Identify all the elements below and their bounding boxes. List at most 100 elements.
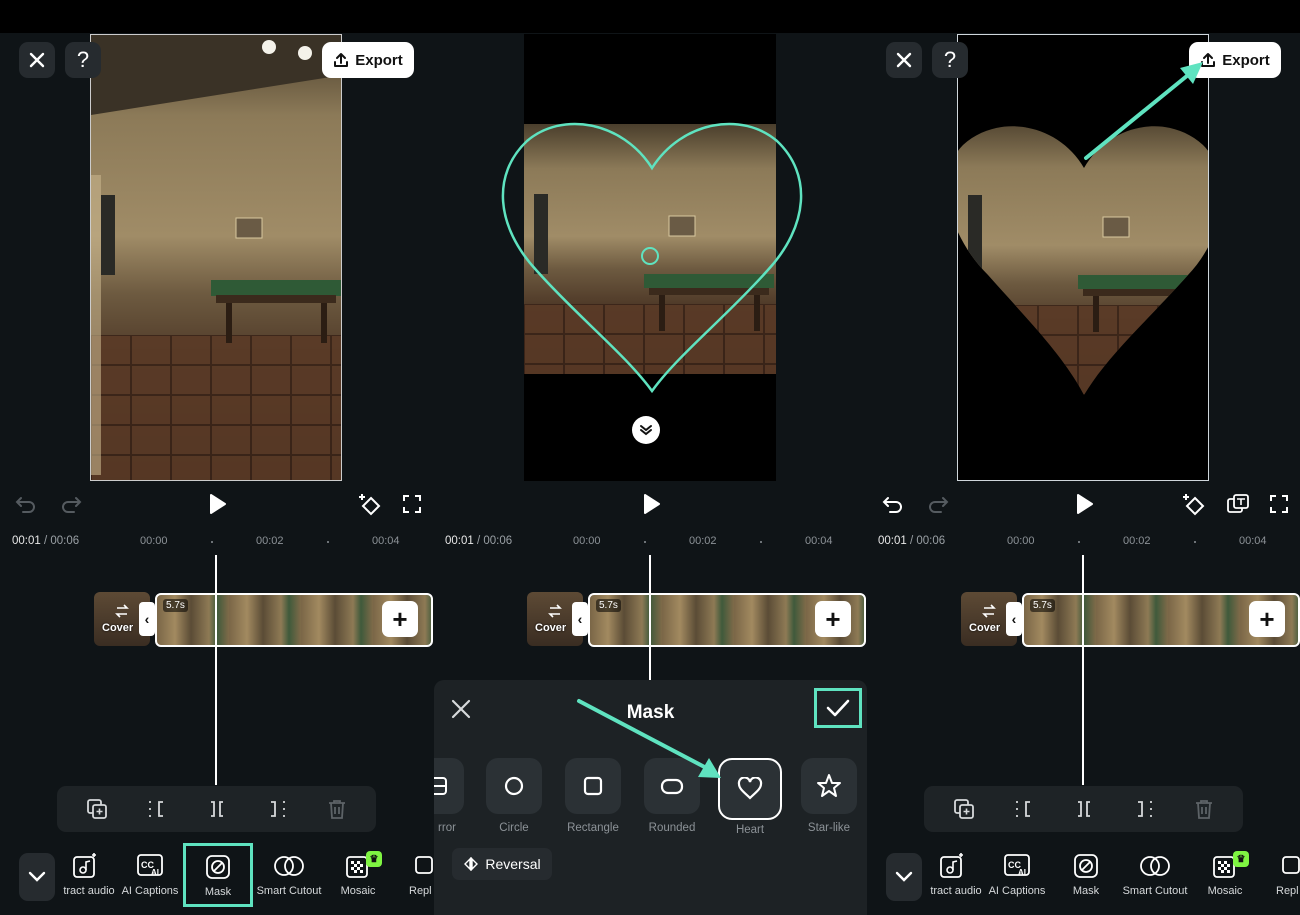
tool-ai-captions[interactable]: CC AI AI Captions — [114, 853, 186, 897]
clip-duration: 5.7s — [163, 599, 188, 612]
video-preview[interactable] — [90, 34, 342, 481]
ai-captions-icon: CCAI — [1004, 854, 1030, 877]
fullscreen-button[interactable] — [1266, 491, 1292, 517]
tick-label: 00:02 — [689, 535, 717, 547]
split-right-icon[interactable] — [1133, 798, 1155, 820]
mask-shape-circle[interactable]: Circle — [486, 758, 542, 834]
delete-icon[interactable] — [1193, 798, 1215, 820]
shape-label: Circle — [499, 822, 529, 834]
tool-smart-cutout[interactable]: Smart Cutout — [1119, 853, 1191, 897]
premium-crown-icon: ♛ — [1233, 851, 1249, 867]
tool-ai-captions[interactable]: CC AI AI Captions — [981, 853, 1053, 897]
tick-dot — [211, 541, 213, 543]
tick-dot — [644, 541, 646, 543]
tool-smart-cutout[interactable]: Smart Cutout — [253, 853, 325, 897]
time-readout: 00:01 / 00:06 — [878, 535, 945, 547]
shape-label: Rectangle — [567, 822, 619, 834]
cover-label: Cover — [102, 622, 134, 634]
split-icon[interactable] — [206, 798, 228, 820]
keyframe-icon — [1183, 494, 1205, 516]
undo-button[interactable] — [13, 491, 39, 517]
tool-replace[interactable]: Repl — [392, 853, 434, 897]
play-icon — [644, 494, 660, 514]
time-current: 00:01 — [878, 535, 907, 547]
clip-duration: 5.7s — [596, 599, 621, 612]
trim-handle-left[interactable]: ‹ — [139, 602, 155, 636]
export-label: Export — [355, 51, 403, 69]
collapse-toolbar-button[interactable] — [19, 853, 55, 901]
split-right-icon[interactable] — [266, 798, 288, 820]
tool-label: Mask — [204, 886, 232, 898]
playhead[interactable] — [1082, 555, 1084, 785]
play-button[interactable] — [638, 491, 664, 517]
clip-duration: 5.7s — [1030, 599, 1055, 612]
redo-button[interactable] — [58, 491, 84, 517]
swap-icon — [548, 604, 562, 618]
tool-label: tract audio — [930, 885, 982, 897]
close-icon — [896, 52, 912, 68]
split-icon[interactable] — [1073, 798, 1095, 820]
split-left-icon[interactable] — [146, 798, 168, 820]
duplicate-icon[interactable] — [953, 798, 975, 820]
undo-button[interactable] — [880, 491, 906, 517]
annotation-arrow-export — [1084, 62, 1203, 160]
export-button[interactable]: Export — [322, 42, 414, 78]
close-button[interactable] — [19, 42, 55, 78]
text-template-button[interactable] — [1225, 491, 1251, 517]
text-template-icon — [1227, 494, 1249, 513]
circle-icon — [504, 776, 524, 796]
play-button[interactable] — [204, 491, 230, 517]
tool-mosaic[interactable]: Mosaic — [1189, 853, 1261, 897]
time-readout: 00:01 / 00:06 — [12, 535, 79, 547]
collapse-toolbar-button[interactable] — [886, 853, 922, 901]
tick-label: 00:04 — [1239, 535, 1267, 547]
mask-shape-star[interactable]: Star-like — [801, 758, 857, 834]
tick-dot — [760, 541, 762, 543]
add-clip-button[interactable]: + — [1249, 601, 1285, 637]
tick-label: 00:04 — [372, 535, 400, 547]
help-button[interactable]: ? — [932, 42, 968, 78]
duplicate-icon[interactable] — [86, 798, 108, 820]
scroll-down-button[interactable] — [632, 416, 660, 444]
trim-handle-left[interactable]: ‹ — [572, 602, 588, 636]
playhead[interactable] — [649, 555, 651, 685]
editor-panel-3: ? Export 00:01 / 00:06 00:00 00:02 00:04… — [867, 33, 1300, 915]
keyframe-button[interactable] — [357, 491, 383, 517]
tool-extract-audio[interactable]: tract audio — [55, 853, 115, 897]
smart-cutout-icon — [274, 856, 304, 876]
double-chevron-down-icon — [640, 425, 652, 436]
extract-audio-icon — [940, 853, 963, 878]
playhead[interactable] — [215, 555, 217, 785]
premium-crown-icon: ♛ — [366, 851, 382, 867]
tool-label: Mosaic — [1207, 885, 1243, 897]
delete-icon[interactable] — [326, 798, 348, 820]
tool-mosaic[interactable]: Mosaic — [322, 853, 394, 897]
tool-extract-audio[interactable]: tract audio — [922, 853, 982, 897]
close-button[interactable] — [886, 42, 922, 78]
export-label: Export — [1222, 51, 1270, 69]
mask-confirm-button[interactable] — [814, 688, 862, 728]
chevron-down-icon — [28, 871, 46, 882]
ai-captions-icon: CCAI — [137, 854, 163, 877]
tool-label: Repl — [409, 885, 432, 897]
fullscreen-button[interactable] — [399, 491, 425, 517]
play-button[interactable] — [1071, 491, 1097, 517]
bottom-toolbar: tract audio CC AI AI Captions Mask Smart … — [867, 833, 1300, 915]
mask-icon — [1074, 854, 1098, 878]
tool-mask[interactable]: Mask — [1050, 853, 1122, 897]
keyframe-button[interactable] — [1181, 491, 1207, 517]
heart-mask-outline[interactable] — [497, 116, 807, 401]
fullscreen-icon — [403, 495, 421, 513]
tool-mask[interactable]: Mask — [183, 843, 253, 907]
shape-label: Rounded — [648, 822, 696, 834]
split-left-icon[interactable] — [1013, 798, 1035, 820]
mask-shape-mirror[interactable]: rror — [434, 758, 464, 834]
help-button[interactable]: ? — [65, 42, 101, 78]
add-clip-button[interactable]: + — [382, 601, 418, 637]
trim-handle-left[interactable]: ‹ — [1006, 602, 1022, 636]
clip-edit-bar — [924, 786, 1243, 832]
reversal-button[interactable]: Reversal — [452, 848, 552, 880]
redo-button[interactable] — [925, 491, 951, 517]
tool-replace[interactable]: Repl — [1259, 853, 1300, 897]
add-clip-button[interactable]: + — [815, 601, 851, 637]
